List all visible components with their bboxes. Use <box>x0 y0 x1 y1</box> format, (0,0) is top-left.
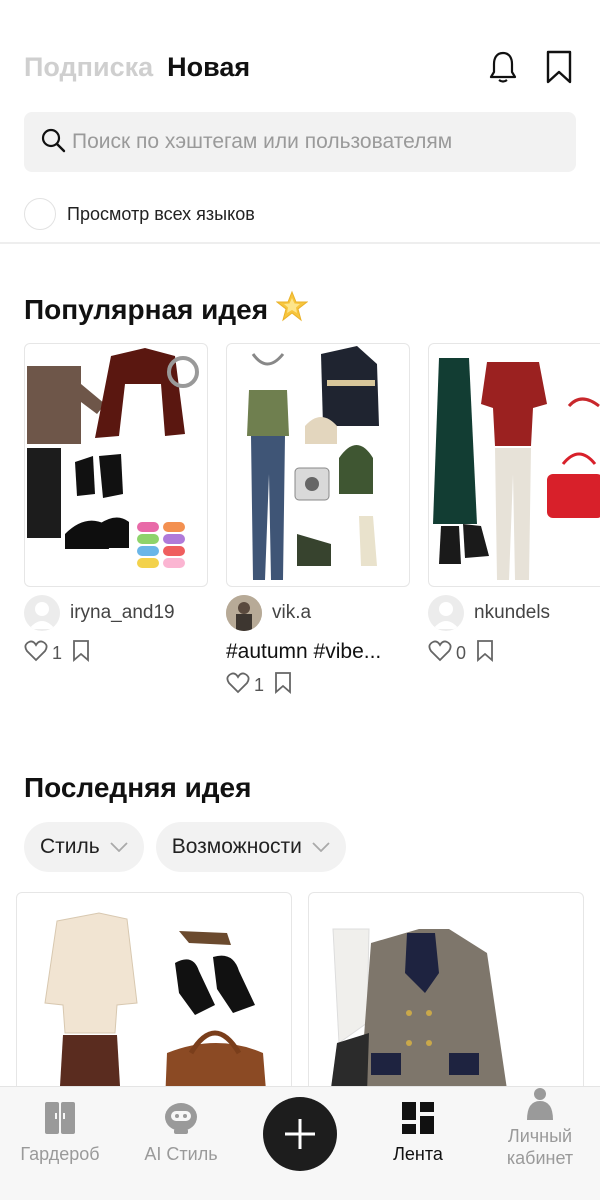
card-stats: 0 <box>428 639 600 667</box>
latest-card[interactable] <box>308 892 584 1102</box>
like-count: 1 <box>52 642 63 663</box>
bell-icon[interactable] <box>486 49 520 85</box>
chevron-down-icon <box>110 842 128 852</box>
filter-style[interactable]: Стиль <box>24 822 144 872</box>
nav-feed[interactable]: Лента <box>363 1101 473 1165</box>
tab-subscriptions[interactable]: Подписка <box>24 52 153 83</box>
nav-label: Гардероб <box>20 1144 100 1164</box>
add-button[interactable] <box>263 1097 337 1171</box>
popular-carousel[interactable]: iryna_and19 1 vik.a #autumn #vibe... 1 n… <box>24 343 600 723</box>
latest-title-text: Последняя идея <box>24 772 252 803</box>
heart-icon[interactable] <box>226 672 250 699</box>
filter-features-label: Возможности <box>171 835 302 858</box>
popular-card[interactable]: vik.a #autumn #vibe... 1 <box>226 343 410 698</box>
divider <box>0 242 600 244</box>
card-user[interactable]: vik.a <box>226 594 410 632</box>
latest-title: Последняя идея <box>24 772 251 804</box>
card-user[interactable]: nkundels <box>428 594 600 632</box>
outfit-image[interactable] <box>226 343 410 587</box>
nav-label: Лента <box>393 1144 443 1164</box>
card-user[interactable]: iryna_and19 <box>24 594 208 632</box>
avatar[interactable] <box>226 595 262 631</box>
heart-icon[interactable] <box>428 640 452 667</box>
username[interactable]: iryna_and19 <box>70 602 175 624</box>
heart-icon[interactable] <box>24 640 48 667</box>
nav-ai-style[interactable]: AI Стиль <box>126 1101 236 1165</box>
all-languages-radio[interactable] <box>24 198 56 230</box>
outfit-image[interactable] <box>428 343 600 587</box>
all-languages-label: Просмотр всех языков <box>67 203 255 224</box>
like-count: 0 <box>456 642 467 663</box>
outfit-image[interactable] <box>17 893 292 1102</box>
card-stats: 1 <box>24 639 208 667</box>
chevron-down-icon <box>312 842 330 852</box>
nav-label: Личный кабинет <box>506 1126 574 1168</box>
card-stats: 1 <box>226 671 410 699</box>
popular-title-text: Популярная идея <box>24 293 269 325</box>
plus-icon <box>285 1119 315 1149</box>
search-input[interactable] <box>72 130 552 154</box>
star-icon <box>275 290 309 329</box>
search-bar[interactable] <box>24 112 576 172</box>
feed-icon <box>402 1102 434 1134</box>
wardrobe-icon <box>45 1102 75 1134</box>
search-icon <box>40 127 66 158</box>
nav-wardrobe[interactable]: Гардероб <box>5 1101 115 1165</box>
card-hashtags[interactable]: #autumn #vibe... <box>226 640 410 664</box>
outfit-image[interactable] <box>24 343 208 587</box>
popular-title: Популярная идея <box>24 290 309 329</box>
robot-icon <box>165 1103 197 1134</box>
bookmark-icon[interactable] <box>72 639 90 667</box>
bookmark-icon[interactable] <box>542 49 576 85</box>
outfit-image[interactable] <box>309 893 584 1102</box>
avatar[interactable] <box>428 595 464 631</box>
bookmark-icon[interactable] <box>476 639 494 667</box>
all-languages-toggle[interactable]: Просмотр всех языков <box>24 198 255 230</box>
username[interactable]: nkundels <box>474 602 550 624</box>
filter-features[interactable]: Возможности <box>155 822 346 872</box>
bottom-nav: Гардероб AI Стиль Лента Личный кабинет <box>0 1086 600 1200</box>
tab-new[interactable]: Новая <box>167 52 250 83</box>
popular-card[interactable]: iryna_and19 1 <box>24 343 208 666</box>
like-count: 1 <box>254 674 265 695</box>
filter-style-label: Стиль <box>40 835 100 858</box>
nav-profile[interactable]: Личный кабинет <box>484 1087 596 1169</box>
bookmark-icon[interactable] <box>274 671 292 699</box>
header-actions <box>486 49 576 85</box>
top-header: Подписка Новая <box>24 40 576 94</box>
filter-chips: Стиль Возможности <box>24 822 346 872</box>
latest-card[interactable] <box>16 892 292 1102</box>
username[interactable]: vik.a <box>272 602 311 624</box>
popular-card[interactable]: nkundels 0 <box>428 343 600 666</box>
avatar[interactable] <box>24 595 60 631</box>
nav-label: AI Стиль <box>144 1144 218 1164</box>
profile-icon <box>527 1088 553 1120</box>
